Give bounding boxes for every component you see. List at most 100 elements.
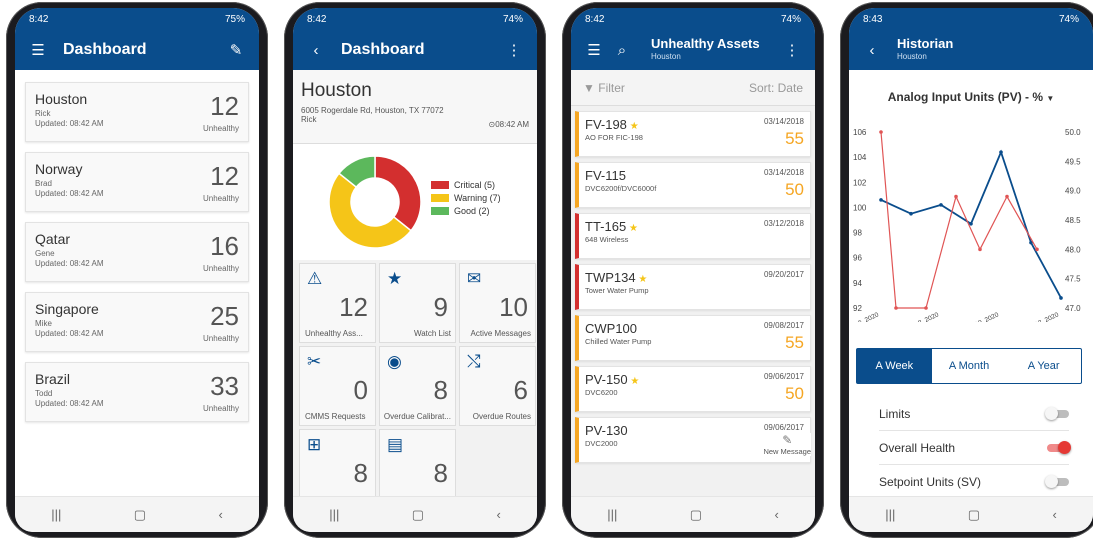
series-point — [894, 306, 898, 310]
x-tick: Apr 12, 2020 — [1023, 311, 1060, 322]
asset-description: AO FOR FIC-198 — [585, 133, 643, 142]
asset-tag: FV-115 — [585, 168, 626, 183]
asset-list-panel: ▼ Filter Sort: Date FV-198 ★ AO FOR FIC-1… — [571, 70, 815, 496]
page-subtitle: Houston — [651, 52, 681, 61]
page-subtitle: Houston — [897, 52, 927, 61]
summary-tile[interactable]: ★ 9 Watch List — [379, 263, 456, 343]
range-option[interactable]: A Month — [932, 349, 1007, 383]
phone-unhealthy-assets: 8:42 74% ☰ ⌕ Unhealthy Assets Houston ⋮ … — [562, 2, 824, 538]
series-point — [1059, 296, 1063, 300]
range-option[interactable]: A Year — [1006, 349, 1081, 383]
y-right-tick: 48.5 — [1065, 216, 1081, 225]
location-header: Houston 6005 Rogerdale Rd, Houston, TX 7… — [293, 70, 537, 144]
sort-button[interactable]: Sort: Date — [749, 81, 803, 95]
title-block: Unhealthy Assets Houston — [651, 37, 781, 63]
app-bar: ☰ Dashboard ✎ — [15, 30, 259, 70]
summary-tile[interactable]: ✂ 0 CMMS Requests — [299, 346, 376, 426]
page-title: Historian — [897, 36, 954, 51]
site-name: Houston — [35, 91, 88, 107]
chart-title: Analog Input Units (PV) - % — [887, 90, 1044, 104]
y-right-tick: 47.0 — [1065, 304, 1081, 313]
site-card[interactable]: Singapore Mike Updated: 08:42 AM 25 Unhealth… — [25, 292, 249, 352]
recent-apps-icon[interactable]: ||| — [607, 507, 617, 522]
series-point — [879, 130, 883, 134]
page-title: Dashboard — [63, 41, 147, 58]
site-card[interactable]: Houston Rick Updated: 08:42 AM 12 Unhealthy — [25, 82, 249, 142]
back-icon[interactable]: ‹ — [1052, 507, 1056, 522]
series-point — [954, 194, 958, 199]
menu-icon[interactable]: ☰ — [583, 41, 605, 59]
summary-tile[interactable]: ◉ 8 Overdue Calibrat... — [379, 346, 456, 426]
status-battery: 74% — [780, 13, 801, 25]
y-right-tick: 49.0 — [1065, 187, 1081, 196]
site-name: Qatar — [35, 231, 71, 247]
back-icon[interactable]: ‹ — [496, 507, 500, 522]
asset-description: DVC6200f/DVC6000f — [585, 184, 657, 193]
summary-tile[interactable]: ⊞ 8 — [299, 429, 376, 496]
home-icon[interactable]: ▢ — [412, 507, 424, 523]
unhealthy-label: Unhealthy — [202, 194, 239, 203]
home-icon[interactable]: ▢ — [690, 507, 702, 523]
legend-swatch — [431, 181, 449, 189]
site-card[interactable]: Qatar Gene Updated: 08:42 AM 16 Unhealthy — [25, 222, 249, 282]
site-detail: Houston 6005 Rogerdale Rd, Houston, TX 7… — [293, 70, 537, 496]
chevron-down-icon: ▼ — [1046, 94, 1055, 103]
y-left-tick: 102 — [853, 178, 867, 187]
more-icon[interactable]: ⋮ — [781, 41, 803, 59]
filter-button[interactable]: ▼ Filter — [583, 81, 625, 95]
more-icon[interactable]: ⋮ — [503, 41, 525, 59]
summary-tile[interactable]: ⚠ 12 Unhealthy Ass... — [299, 263, 376, 343]
health-donut-chart[interactable]: Critical (5) Warning (7) Good (2) — [293, 144, 537, 260]
back-arrow-icon[interactable]: ‹ — [305, 42, 327, 59]
legend-item: Warning (7) — [431, 193, 501, 203]
summary-tile[interactable]: ⤭ 6 Overdue Routes — [459, 346, 536, 426]
asset-row[interactable]: CWP100 Chilled Water Pump 09/08/2017 55 — [575, 315, 811, 361]
site-card[interactable]: Norway Brad Updated: 08:42 AM 12 Unhealthy — [25, 152, 249, 212]
range-selector: A Week A Month A Year — [856, 348, 1082, 384]
y-right-tick: 50.0 — [1065, 128, 1081, 137]
series-point — [909, 211, 913, 216]
home-icon[interactable]: ▢ — [134, 507, 146, 523]
home-icon[interactable]: ▢ — [968, 507, 980, 523]
asset-row[interactable]: PV-150 ★ DVC6200 09/06/2017 50 — [575, 366, 811, 412]
asset-date: 03/12/2018 — [763, 219, 804, 228]
site-user: Gene — [35, 249, 55, 258]
phone-historian: 8:43 74% ‹ Historian Houston Analog Inpu… — [840, 2, 1093, 538]
new-message-label: New Message — [763, 447, 811, 456]
recent-apps-icon[interactable]: ||| — [329, 507, 339, 522]
historian-chart[interactable]: 106 104 102 100 98 96 94 92 50.0 49.5 49.0 48.5 48.0… — [849, 112, 1093, 322]
summary-tile[interactable]: ✉ 10 Active Messages — [459, 263, 536, 343]
asset-row[interactable]: FV-198 ★ AO FOR FIC-198 03/14/2018 55 — [575, 111, 811, 157]
site-card[interactable]: Brazil Todd Updated: 08:42 AM 33 Unhealthy — [25, 362, 249, 422]
asset-row[interactable]: TWP134 ★ Tower Water Pump 09/20/2017 — [575, 264, 811, 310]
toggle-switch[interactable] — [1045, 407, 1069, 420]
search-icon[interactable]: ⌕ — [611, 42, 633, 59]
series-point — [879, 198, 883, 202]
asset-row[interactable]: FV-115 DVC6200f/DVC6000f 03/14/2018 50 — [575, 162, 811, 208]
asset-health-value: 55 — [785, 333, 804, 352]
range-option[interactable]: A Week — [857, 349, 932, 383]
asset-tag: FV-198 — [585, 117, 627, 132]
new-message-button[interactable]: ✎ New Message — [763, 433, 811, 456]
asset-row[interactable]: TT-165 ★ 648 Wireless 03/12/2018 — [575, 213, 811, 259]
toggle-switch[interactable] — [1045, 475, 1069, 488]
toggle-label: Limits — [879, 407, 911, 421]
menu-icon[interactable]: ☰ — [27, 41, 49, 59]
edit-icon[interactable]: ✎ — [225, 41, 247, 59]
filter-icon: ▼ — [583, 80, 595, 95]
back-icon[interactable]: ‹ — [218, 507, 222, 522]
unhealthy-count: 25 — [210, 301, 239, 331]
summary-tile[interactable]: ▤ 8 — [379, 429, 456, 496]
chart-parameter-select[interactable]: Analog Input Units (PV) - % ▼ — [849, 90, 1093, 104]
back-icon[interactable]: ‹ — [774, 507, 778, 522]
asset-description: Chilled Water Pump — [585, 337, 652, 346]
toggle-switch[interactable] — [1047, 441, 1071, 454]
site-user: Brad — [35, 179, 52, 188]
toggle-knob — [1045, 475, 1058, 488]
back-arrow-icon[interactable]: ‹ — [861, 42, 883, 59]
asset-tag: PV-130 — [585, 423, 628, 438]
legend-label: Critical (5) — [454, 180, 496, 190]
recent-apps-icon[interactable]: ||| — [885, 507, 895, 522]
recent-apps-icon[interactable]: ||| — [51, 507, 61, 522]
x-tick: Apr 8, 2020 — [906, 311, 940, 322]
